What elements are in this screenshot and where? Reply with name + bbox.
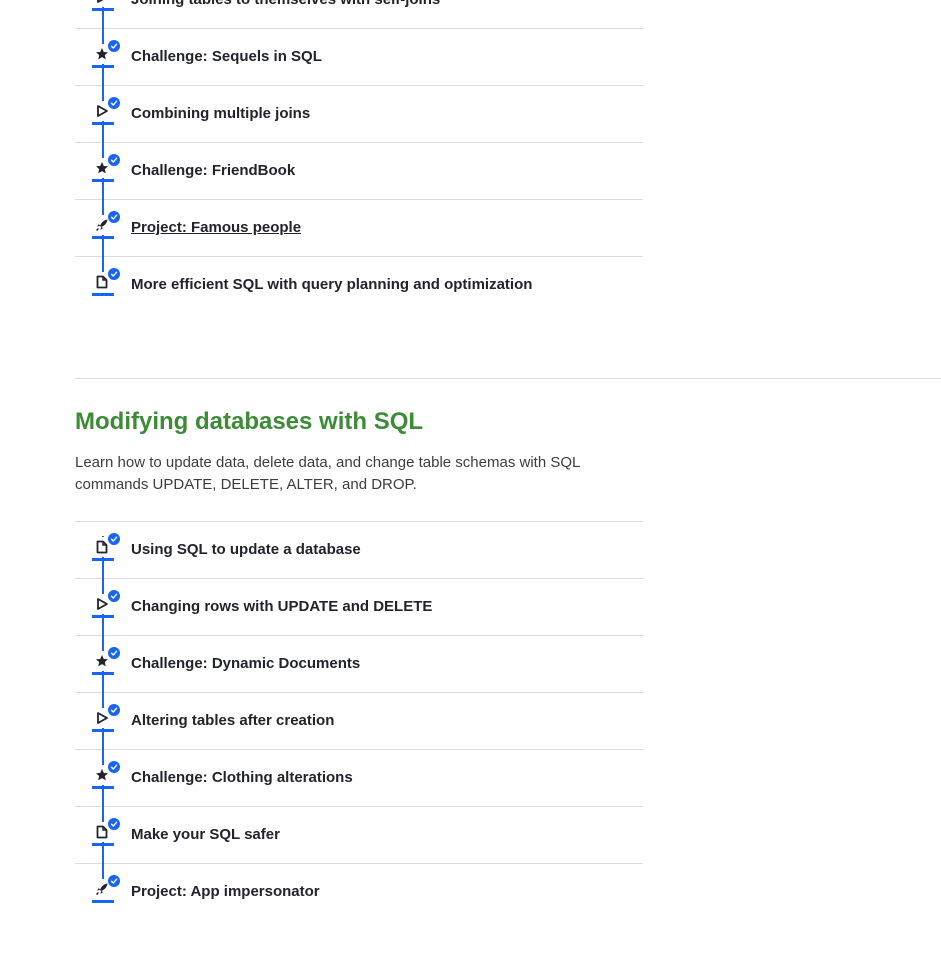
check-icon [107, 589, 121, 603]
play-icon [92, 703, 121, 732]
content-item-label[interactable]: Combining multiple joins [131, 105, 310, 122]
content-item-label[interactable]: Project: Famous people [131, 219, 301, 236]
content-item-project-famous-people[interactable]: Project: Famous people [75, 199, 643, 257]
check-icon [107, 153, 121, 167]
content-item-label[interactable]: Joining tables to themselves with self-j… [131, 0, 440, 8]
check-icon [107, 874, 121, 888]
unit-title[interactable]: Modifying databases with SQL [75, 408, 423, 436]
content-item-more-efficient-sql-with-query-planning-and-optimization[interactable]: More efficient SQL with query planning a… [75, 256, 643, 313]
star-icon [92, 760, 121, 789]
content-item-label[interactable]: Make your SQL safer [131, 826, 280, 843]
article-icon [92, 532, 121, 561]
content-item-combining-multiple-joins[interactable]: Combining multiple joins [75, 85, 643, 143]
content-item-label[interactable]: Challenge: Clothing alterations [131, 769, 353, 786]
content-item-project-app-impersonator[interactable]: Project: App impersonator [75, 863, 643, 920]
play-icon [92, 0, 114, 11]
content-item-label[interactable]: Challenge: Dynamic Documents [131, 655, 360, 672]
content-item-using-sql-to-update-a-database[interactable]: Using SQL to update a database [75, 522, 643, 579]
check-icon [107, 39, 121, 53]
star-icon [92, 153, 121, 182]
star-icon [92, 39, 121, 68]
unit-description: Learn how to update data, delete data, a… [75, 454, 580, 493]
play-icon [92, 589, 121, 618]
unit-divider [75, 378, 941, 379]
play-icon [92, 96, 121, 125]
previous-unit-content-list: Joining tables to themselves with self-j… [75, 0, 643, 313]
unit-content-list: Using SQL to update a database Changing r… [75, 521, 643, 920]
rocket-icon [92, 874, 121, 903]
content-item-label[interactable]: Changing rows with UPDATE and DELETE [131, 598, 432, 615]
article-icon [92, 267, 121, 296]
check-icon [107, 267, 121, 281]
content-item-challenge-clothing-alterations[interactable]: Challenge: Clothing alterations [75, 749, 643, 807]
content-item-joining-tables-to-themselves-with-self-joins[interactable]: Joining tables to themselves with self-j… [75, 0, 643, 29]
check-icon [107, 210, 121, 224]
content-item-altering-tables-after-creation[interactable]: Altering tables after creation [75, 692, 643, 750]
check-icon [107, 817, 121, 831]
check-icon [107, 532, 121, 546]
star-icon [92, 646, 121, 675]
content-item-make-your-sql-safer[interactable]: Make your SQL safer [75, 806, 643, 864]
content-item-challenge-sequels-in-sql[interactable]: Challenge: Sequels in SQL [75, 28, 643, 86]
article-icon [92, 817, 121, 846]
rocket-icon [92, 210, 121, 239]
content-item-label[interactable]: Using SQL to update a database [131, 541, 361, 558]
content-item-label[interactable]: Challenge: FriendBook [131, 162, 295, 179]
content-item-label[interactable]: More efficient SQL with query planning a… [131, 276, 532, 293]
check-icon [107, 703, 121, 717]
content-item-challenge-dynamic-documents[interactable]: Challenge: Dynamic Documents [75, 635, 643, 693]
check-icon [107, 96, 121, 110]
check-icon [107, 760, 121, 774]
content-item-challenge-friendbook[interactable]: Challenge: FriendBook [75, 142, 643, 200]
content-item-label[interactable]: Altering tables after creation [131, 712, 334, 729]
check-icon [107, 646, 121, 660]
content-item-label[interactable]: Project: App impersonator [131, 883, 320, 900]
content-item-changing-rows-with-update-and-delete[interactable]: Changing rows with UPDATE and DELETE [75, 578, 643, 636]
content-item-label[interactable]: Challenge: Sequels in SQL [131, 48, 322, 65]
